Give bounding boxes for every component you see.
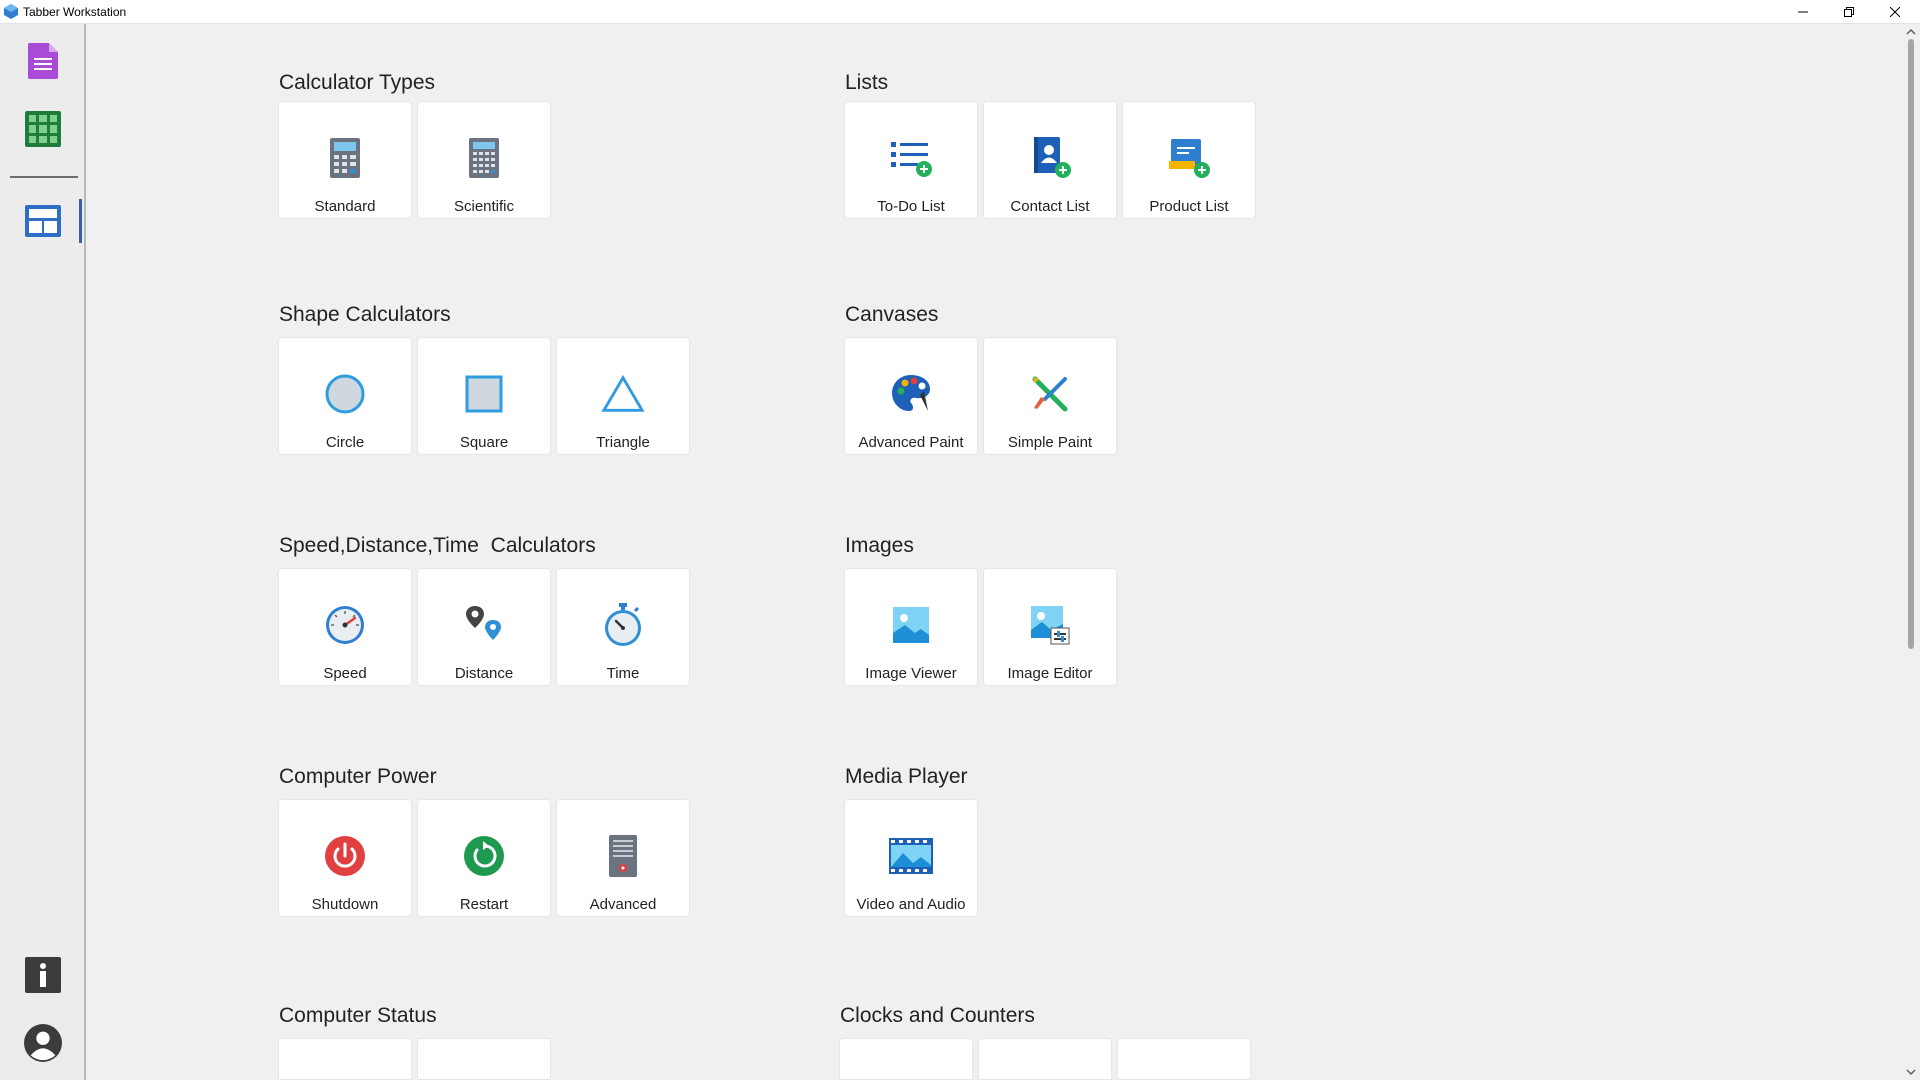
info-icon — [25, 957, 61, 993]
window-title: Tabber Workstation — [23, 5, 126, 19]
tile-todo-list[interactable]: To-Do List — [845, 102, 977, 218]
section-title-lists: Lists — [845, 71, 888, 95]
dashboard-icon — [25, 205, 61, 237]
tile-label: Image Viewer — [845, 665, 977, 682]
calculator-icon — [330, 138, 360, 178]
sidebar-divider — [10, 176, 78, 178]
section-title-canvases: Canvases — [845, 303, 938, 327]
tile-label: Advanced — [557, 896, 689, 913]
palette-icon — [890, 373, 932, 415]
close-icon — [1890, 7, 1900, 17]
tile-scientific-calculator[interactable]: Scientific — [418, 102, 550, 218]
tile-label: To-Do List — [845, 198, 977, 215]
section-title-shape-calculators: Shape Calculators — [279, 303, 451, 327]
section-title-clocks-counters: Clocks and Counters — [840, 1004, 1035, 1028]
sidebar-item-documents[interactable] — [24, 42, 62, 80]
scroll-down-arrow-icon[interactable] — [1906, 1067, 1916, 1077]
spreadsheet-icon — [25, 111, 61, 147]
restore-icon — [1844, 7, 1854, 17]
scientific-calculator-icon — [469, 138, 499, 178]
image-edit-icon — [1029, 604, 1071, 646]
tile-label: Product List — [1123, 198, 1255, 215]
tile-triangle[interactable]: Triangle — [557, 338, 689, 454]
user-profile-button[interactable] — [24, 1024, 62, 1062]
tile-label: Restart — [418, 896, 550, 913]
tile-restart[interactable]: Restart — [418, 800, 550, 916]
map-pins-icon — [463, 604, 505, 646]
tile-label: Simple Paint — [984, 434, 1116, 451]
minimize-icon — [1798, 7, 1808, 17]
tile-simple-paint[interactable]: Simple Paint — [984, 338, 1116, 454]
tile-label: Speed — [279, 665, 411, 682]
server-icon — [607, 835, 639, 877]
sidebar-item-dashboard[interactable] — [24, 202, 62, 240]
tile-shutdown[interactable]: Shutdown — [279, 800, 411, 916]
todo-list-icon — [889, 138, 933, 178]
tile-label: Shutdown — [279, 896, 411, 913]
tile-clocks-1[interactable] — [840, 1039, 972, 1079]
tile-square[interactable]: Square — [418, 338, 550, 454]
tile-label: Triangle — [557, 434, 689, 451]
vertical-scrollbar[interactable] — [1902, 25, 1920, 1080]
tile-label: Scientific — [418, 198, 550, 215]
circle-icon — [324, 373, 366, 415]
speedometer-icon — [324, 604, 366, 646]
tile-computer-status-1[interactable] — [279, 1039, 411, 1079]
sidebar-item-spreadsheets[interactable] — [24, 110, 62, 148]
tile-label: Advanced Paint — [845, 434, 977, 451]
tile-label: Video and Audio — [845, 896, 977, 913]
tile-advanced-power[interactable]: Advanced — [557, 800, 689, 916]
info-button[interactable] — [24, 956, 62, 994]
section-title-calculator-types: Calculator Types — [279, 71, 435, 95]
sidebar-active-indicator — [79, 199, 82, 243]
tile-time[interactable]: Time — [557, 569, 689, 685]
tile-product-list[interactable]: Product List — [1123, 102, 1255, 218]
tile-label: Circle — [279, 434, 411, 451]
tile-label: Time — [557, 665, 689, 682]
tile-image-editor[interactable]: Image Editor — [984, 569, 1116, 685]
triangle-icon — [601, 374, 645, 414]
tile-label: Distance — [418, 665, 550, 682]
app-logo-icon — [4, 4, 18, 19]
tile-clocks-2[interactable] — [979, 1039, 1111, 1079]
user-avatar-icon — [24, 1023, 62, 1063]
section-title-media-player: Media Player — [845, 765, 968, 789]
tile-image-viewer[interactable]: Image Viewer — [845, 569, 977, 685]
tile-standard-calculator[interactable]: Standard — [279, 102, 411, 218]
power-icon — [324, 835, 366, 877]
tile-label: Square — [418, 434, 550, 451]
tile-advanced-paint[interactable]: Advanced Paint — [845, 338, 977, 454]
close-button[interactable] — [1872, 0, 1918, 24]
tile-computer-status-2[interactable] — [418, 1039, 550, 1079]
section-title-computer-status: Computer Status — [279, 1004, 437, 1028]
section-title-images: Images — [845, 534, 914, 558]
tile-video-and-audio[interactable]: Video and Audio — [845, 800, 977, 916]
restart-icon — [463, 835, 505, 877]
title-bar: Tabber Workstation — [0, 0, 1920, 24]
sidebar — [0, 24, 86, 1080]
tile-circle[interactable]: Circle — [279, 338, 411, 454]
document-icon — [28, 43, 58, 79]
tile-contact-list[interactable]: Contact List — [984, 102, 1116, 218]
tile-label: Contact List — [984, 198, 1116, 215]
tile-speed[interactable]: Speed — [279, 569, 411, 685]
stopwatch-icon — [602, 603, 644, 647]
section-title-sdt-calculators: Speed,Distance,Time Calculators — [279, 534, 596, 558]
contact-list-icon — [1028, 137, 1072, 179]
minimize-button[interactable] — [1780, 0, 1826, 24]
scroll-up-arrow-icon[interactable] — [1906, 27, 1916, 37]
brush-icon — [1029, 373, 1071, 415]
section-title-computer-power: Computer Power — [279, 765, 437, 789]
scrollbar-thumb[interactable] — [1908, 39, 1914, 649]
product-list-icon — [1167, 137, 1211, 179]
main-content: Calculator Types Standard Scientific Lis… — [88, 25, 1902, 1080]
tile-distance[interactable]: Distance — [418, 569, 550, 685]
square-icon — [464, 374, 504, 414]
tile-clocks-3[interactable] — [1118, 1039, 1250, 1079]
video-icon — [889, 838, 933, 874]
tile-label: Image Editor — [984, 665, 1116, 682]
maximize-button[interactable] — [1826, 0, 1872, 24]
image-icon — [891, 605, 931, 645]
tile-label: Standard — [279, 198, 411, 215]
